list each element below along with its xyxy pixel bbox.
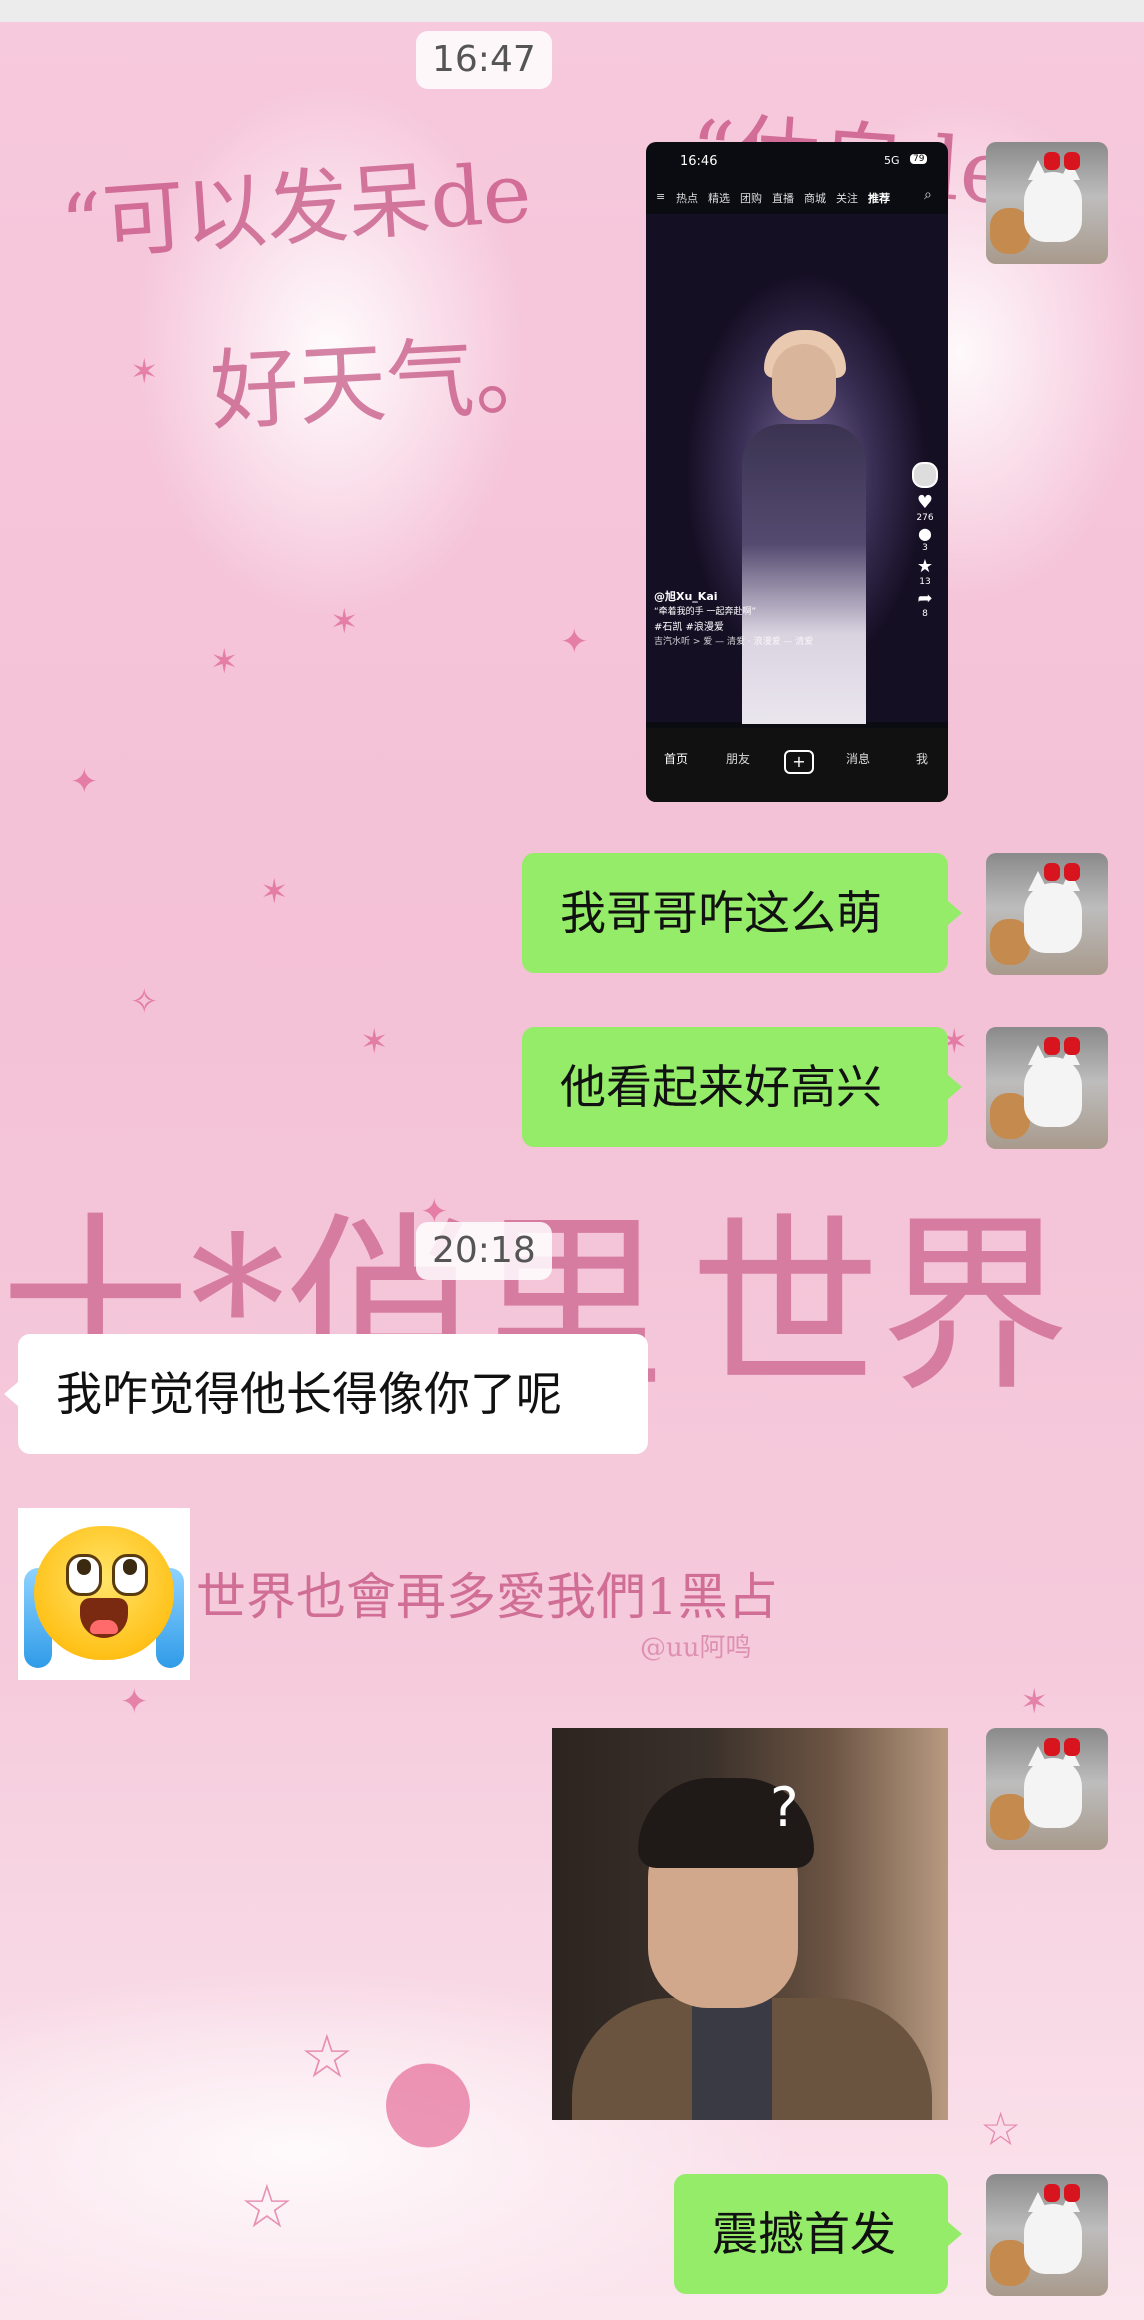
screenshot-tab-bar: 首页 朋友 + 消息 我: [646, 728, 948, 802]
apple-doodle: ●: [380, 2032, 476, 2160]
my-avatar[interactable]: [986, 1728, 1108, 1850]
screenshot-nav-tabs: ≡ 热点 精选 团购 直播 商城 关注 推荐 ⌕: [646, 182, 948, 212]
star-doodle: ✶: [210, 642, 239, 682]
avatar-icon: [910, 462, 940, 491]
video-screenshot-image[interactable]: 16:46 5G 79 ≡ 热点 精选 团购 直播 商城 关注 推荐 ⌕ ♥ 27…: [646, 142, 948, 802]
star-doodle: ✦: [560, 622, 589, 662]
tab-messages: 消息: [846, 752, 871, 766]
message-bubble-received[interactable]: 我咋觉得他长得像你了呢: [4, 1334, 648, 1454]
tab-home: 首页: [664, 752, 689, 766]
share-count: 8: [922, 609, 928, 619]
background-doodle-text: @uu阿鸣: [640, 1633, 752, 1663]
singer-head: [772, 344, 836, 420]
screenshot-tab: 精选: [708, 192, 730, 205]
screenshot-status-time: 16:46: [680, 154, 718, 169]
star-doodle: ✶: [330, 602, 359, 642]
background-doodle-glyph: 世界: [690, 1196, 1071, 1417]
star-doodle: ✶: [130, 352, 159, 392]
background-doodle-text: “可以发呆de: [57, 145, 535, 274]
my-avatar[interactable]: [986, 2174, 1108, 2296]
message-bubble-sent[interactable]: 震撼首发: [674, 2174, 962, 2294]
video-music: 吉汽水听 > 爱 — 清爱 · 浪漫爱 — 清爱: [654, 637, 814, 647]
singer-outfit: [742, 424, 866, 724]
emoji-mouth: [80, 1598, 128, 1638]
star-doodle: ☆: [300, 2022, 354, 2092]
screenshot-network: 5G: [884, 154, 900, 167]
tab-friends: 朋友: [726, 752, 751, 766]
avatar-bow: [1044, 152, 1080, 170]
video-author: @旭Xu_Kai: [654, 590, 718, 603]
message-bubble-sent[interactable]: 我哥哥咋这么萌: [522, 853, 962, 973]
star-doodle: ✧: [130, 982, 159, 1022]
my-avatar[interactable]: [986, 853, 1108, 975]
like-count: 276: [916, 513, 934, 523]
screenshot-battery: 79: [910, 154, 928, 164]
screenshot-tab: 关注: [836, 192, 858, 205]
star-doodle: ✦: [120, 1682, 149, 1722]
screenshot-tab: 热点: [676, 192, 698, 205]
video-caption: “牵着我的手 一起奔赴啊”: [654, 607, 757, 617]
star-doodle: ☆: [240, 2172, 294, 2242]
like-icon: ♥ 276: [910, 492, 940, 523]
comment-count: 3: [922, 543, 928, 553]
photo-shirt: [692, 1998, 772, 2120]
tab-me: 我: [916, 752, 929, 766]
emoji-face: [34, 1526, 174, 1660]
message-bubble-sent[interactable]: 他看起来好高兴: [522, 1027, 962, 1147]
sent-photo[interactable]: ?: [552, 1728, 948, 2120]
background-doodle-text: 好天气。: [207, 321, 565, 444]
star-doodle: ✶: [1020, 1682, 1049, 1722]
screenshot-tab-active: 推荐: [868, 192, 890, 205]
star-doodle: ✶: [260, 872, 289, 912]
timestamp: 20:18: [416, 1222, 552, 1280]
timestamp: 16:47: [416, 31, 552, 89]
screenshot-tab: 直播: [772, 192, 794, 205]
screenshot-status-bar: 16:46 5G 79: [646, 142, 948, 178]
star-doodle: ✶: [360, 1022, 389, 1062]
star-doodle: ☆: [980, 2102, 1022, 2156]
share-icon: ➦ 8: [910, 588, 940, 619]
screenshot-tab: 商城: [804, 192, 826, 205]
video-hashtags: #石凯 #浪漫爱: [654, 622, 724, 633]
comment-icon: ● 3: [910, 524, 940, 553]
question-mark-overlay: ?: [770, 1776, 799, 1839]
top-bar: [0, 0, 1144, 22]
menu-icon: ≡: [656, 190, 666, 203]
background-doodle-text: 世界也會再多愛我們1黑占: [196, 1568, 778, 1626]
my-avatar[interactable]: [986, 1027, 1108, 1149]
favorite-count: 13: [919, 577, 931, 587]
favorite-icon: ★ 13: [910, 556, 940, 587]
screenshot-tab: 团购: [740, 192, 762, 205]
search-icon: ⌕: [924, 187, 932, 203]
avatar-cat: [1024, 172, 1082, 242]
create-plus-icon: +: [784, 750, 814, 774]
my-avatar[interactable]: [986, 142, 1108, 264]
star-doodle: ✦: [70, 762, 99, 802]
crying-face-emoji[interactable]: [18, 1508, 190, 1680]
